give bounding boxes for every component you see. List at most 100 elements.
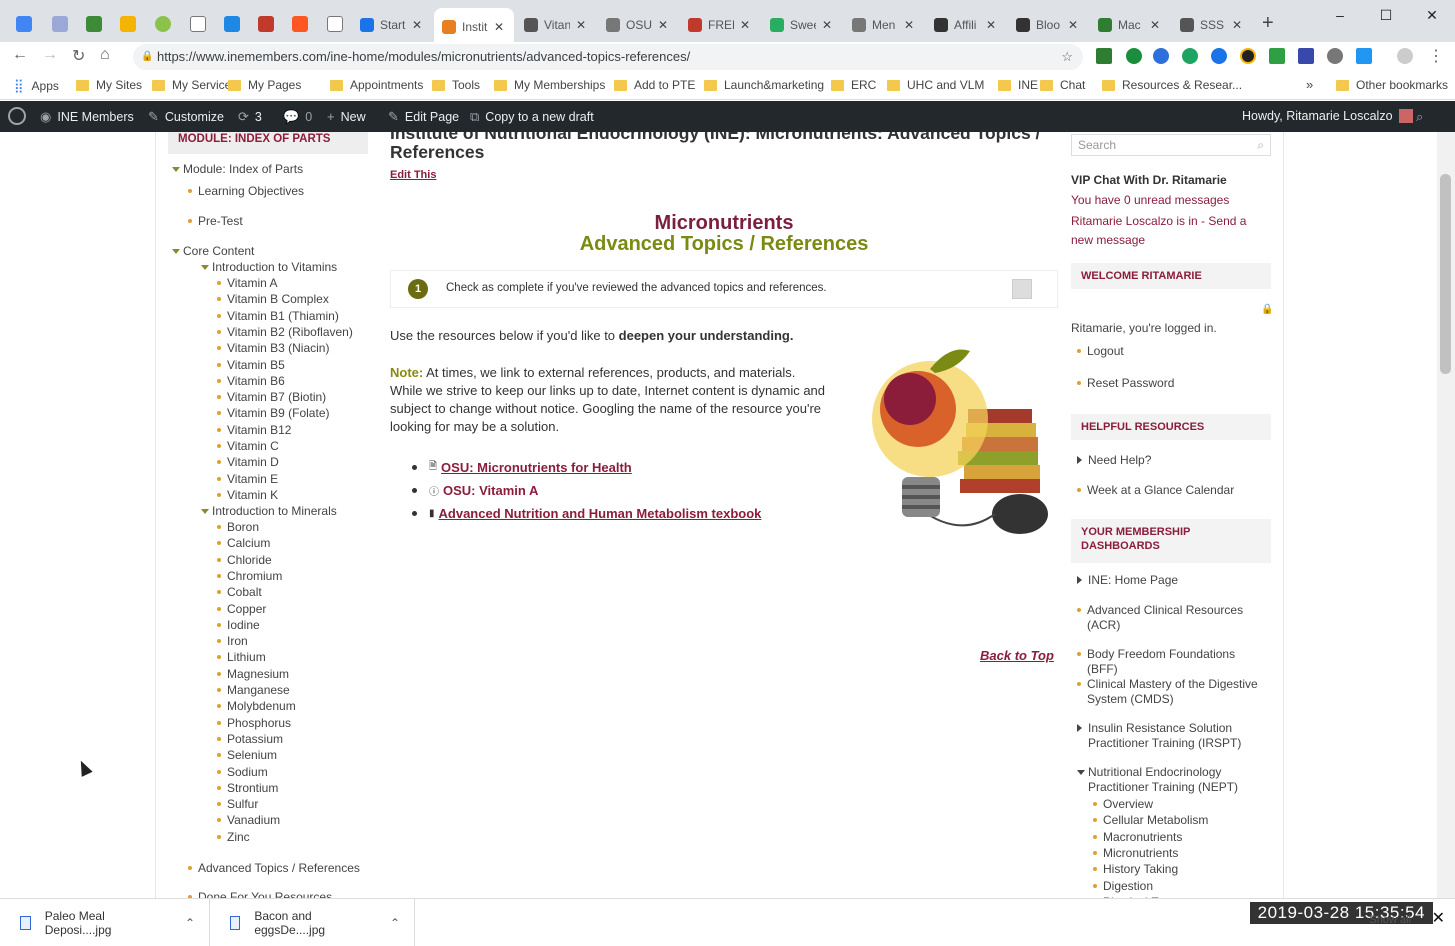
tree-item-vitamin[interactable]: Vitamin B7 (Biotin) — [217, 390, 326, 404]
tree-item-mineral[interactable]: Zinc — [217, 830, 250, 844]
browser-tab[interactable]: Affili ✕ — [926, 12, 1006, 38]
tree-item-vitamin[interactable]: Vitamin B2 (Riboflaven) — [217, 325, 353, 339]
lock-icon[interactable]: 🔒 — [1261, 304, 1273, 315]
browser-tab[interactable]: OSU ✕ — [598, 12, 678, 38]
profile-avatar[interactable] — [1397, 48, 1413, 64]
logout-link[interactable]: Logout — [1077, 344, 1267, 359]
tree-item-mineral[interactable]: Vanadium — [217, 813, 280, 827]
download-item[interactable]: Paleo Meal Deposi....jpg ⌃ — [0, 899, 210, 946]
bookmark-item[interactable]: ERC — [831, 78, 876, 92]
search-icon[interactable]: ⌕ — [1416, 109, 1429, 125]
nept-sub-link[interactable]: History Taking — [1093, 862, 1283, 877]
tree-item-vitamins[interactable]: Introduction to Vitamins — [201, 260, 337, 274]
doc-pinned-tab-icon[interactable] — [327, 16, 343, 32]
tree-item-vitamin[interactable]: Vitamin B Complex — [217, 292, 329, 306]
bookmark-star-icon[interactable]: ☆ — [1061, 44, 1073, 70]
back-button[interactable]: ← — [12, 46, 28, 64]
reload-button[interactable]: ↻ — [72, 46, 85, 66]
close-tab-icon[interactable]: ✕ — [1232, 18, 1242, 32]
evernote-extension-icon[interactable] — [1126, 48, 1142, 64]
bookmark-item[interactable]: Launch&marketing — [704, 78, 824, 92]
show-all-button[interactable]: Show all — [1369, 914, 1411, 926]
tree-item-minerals[interactable]: Introduction to Minerals — [201, 504, 337, 518]
tree-item-mineral[interactable]: Manganese — [217, 683, 290, 697]
bookmark-item[interactable]: Other bookmarks — [1336, 78, 1448, 92]
chevron-up-icon[interactable]: ⌃ — [185, 916, 195, 930]
bookmark-item[interactable]: INE — [998, 78, 1038, 92]
nept-sub-link[interactable]: Digestion — [1093, 879, 1283, 894]
browser-tab[interactable]: Start ✕ — [352, 12, 432, 38]
close-downloads-icon[interactable]: ✕ — [1432, 908, 1445, 928]
browser-tab[interactable]: Instit ✕ — [434, 8, 514, 46]
tree-item-pretest[interactable]: Pre-Test — [188, 214, 243, 228]
bookmark-item[interactable]: My Memberships — [494, 78, 605, 92]
site-name-link[interactable]: ◉ INE Members — [40, 109, 134, 125]
bookmark-item[interactable]: My Sites — [76, 78, 142, 92]
tree-item-done-for-you[interactable]: Done For You Resources — [188, 890, 332, 898]
tree-item-core-content[interactable]: Core Content — [172, 244, 254, 258]
close-tab-icon[interactable]: ✕ — [986, 18, 996, 32]
sidebar-search-input[interactable]: Search ⌕ — [1071, 134, 1271, 156]
reset-password-link[interactable]: Reset Password — [1077, 376, 1267, 391]
tree-item-mineral[interactable]: Molybdenum — [217, 699, 296, 713]
dashboard-link[interactable]: Nutritional Endocrinology Practitioner T… — [1077, 765, 1267, 794]
bookmark-item[interactable]: Chat — [1040, 78, 1085, 92]
tree-item-vitamin[interactable]: Vitamin K — [217, 488, 278, 502]
browser-tab[interactable]: Vitan ✕ — [516, 12, 596, 38]
pinned-tab-icon[interactable] — [224, 16, 240, 32]
close-tab-icon[interactable]: ✕ — [658, 18, 668, 32]
dashboard-link[interactable]: Advanced Clinical Resources (ACR) — [1077, 603, 1267, 632]
minimize-button[interactable]: – — [1317, 0, 1363, 30]
bookmark-item[interactable]: Tools — [432, 78, 480, 92]
tree-item-vitamin[interactable]: Vitamin C — [217, 439, 279, 453]
close-tab-icon[interactable]: ✕ — [904, 18, 914, 32]
tree-item-learning-objectives[interactable]: Learning Objectives — [188, 184, 304, 198]
close-tab-icon[interactable]: ✕ — [1150, 18, 1160, 32]
week-glance-link[interactable]: Week at a Glance Calendar — [1077, 483, 1267, 498]
copy-draft-link[interactable]: ⧉ Copy to a new draft — [470, 109, 594, 125]
dashboard-link[interactable]: Body Freedom Foundations (BFF) — [1077, 647, 1267, 676]
extension-icon[interactable] — [1240, 48, 1256, 64]
close-tab-icon[interactable]: ✕ — [822, 18, 832, 32]
close-tab-icon[interactable]: ✕ — [576, 18, 586, 32]
dashboard-link[interactable]: INE: Home Page — [1077, 573, 1267, 588]
page-scrollbar[interactable] — [1437, 132, 1455, 898]
edit-page-link[interactable]: ✎ Edit Page — [388, 109, 459, 125]
tree-item-mineral[interactable]: Boron — [217, 520, 259, 534]
bookmark-item[interactable]: Add to PTE — [614, 78, 695, 92]
close-tab-icon[interactable]: ✕ — [740, 18, 750, 32]
bookmark-item[interactable]: ⣿ Apps — [14, 78, 59, 94]
doc-pinned-tab-icon[interactable] — [190, 16, 206, 32]
calendar-pinned-tab-icon[interactable] — [16, 16, 32, 32]
pinned-tab-icon[interactable] — [292, 16, 308, 32]
nept-sub-link[interactable]: Macronutrients — [1093, 830, 1283, 845]
bookmark-item[interactable]: My Services — [152, 78, 237, 92]
chevron-up-icon[interactable]: ⌃ — [390, 916, 400, 930]
extension-icon[interactable] — [1182, 48, 1198, 64]
close-tab-icon[interactable]: ✕ — [1068, 18, 1078, 32]
nept-sub-link[interactable]: Micronutrients — [1093, 846, 1283, 861]
tree-item-mineral[interactable]: Phosphorus — [217, 716, 291, 730]
tree-item-vitamin[interactable]: Vitamin A — [217, 276, 277, 290]
comments-link[interactable]: 💬 0 — [283, 109, 312, 125]
tree-item-vitamin[interactable]: Vitamin B5 — [217, 358, 285, 372]
tree-root-item[interactable]: Module: Index of Parts — [172, 162, 303, 176]
resource-link[interactable]: OSU: Vitamin A — [443, 483, 538, 498]
home-button[interactable]: ⌂ — [100, 46, 110, 64]
back-to-top-link[interactable]: Back to Top — [980, 648, 1054, 663]
menu-kebab-icon[interactable]: ⋮ — [1428, 46, 1444, 66]
pinned-tab-icon[interactable] — [258, 16, 274, 32]
resource-link[interactable]: OSU: Micronutrients for Health — [441, 460, 632, 475]
browser-tab[interactable]: Men ✕ — [844, 12, 924, 38]
new-content-link[interactable]: + New — [327, 109, 366, 124]
tree-item-mineral[interactable]: Calcium — [217, 536, 270, 550]
tree-item-mineral[interactable]: Lithium — [217, 650, 266, 664]
tree-item-vitamin[interactable]: Vitamin B12 — [217, 423, 291, 437]
tree-item-vitamin[interactable]: Vitamin D — [217, 455, 279, 469]
extension-icon[interactable] — [1153, 48, 1169, 64]
extension-icon[interactable] — [1298, 48, 1314, 64]
extension-icon[interactable] — [1096, 48, 1112, 64]
pinned-tab-icon[interactable] — [86, 16, 102, 32]
close-window-button[interactable]: ✕ — [1409, 0, 1455, 30]
nept-sub-link[interactable]: Cellular Metabolism — [1093, 813, 1283, 828]
